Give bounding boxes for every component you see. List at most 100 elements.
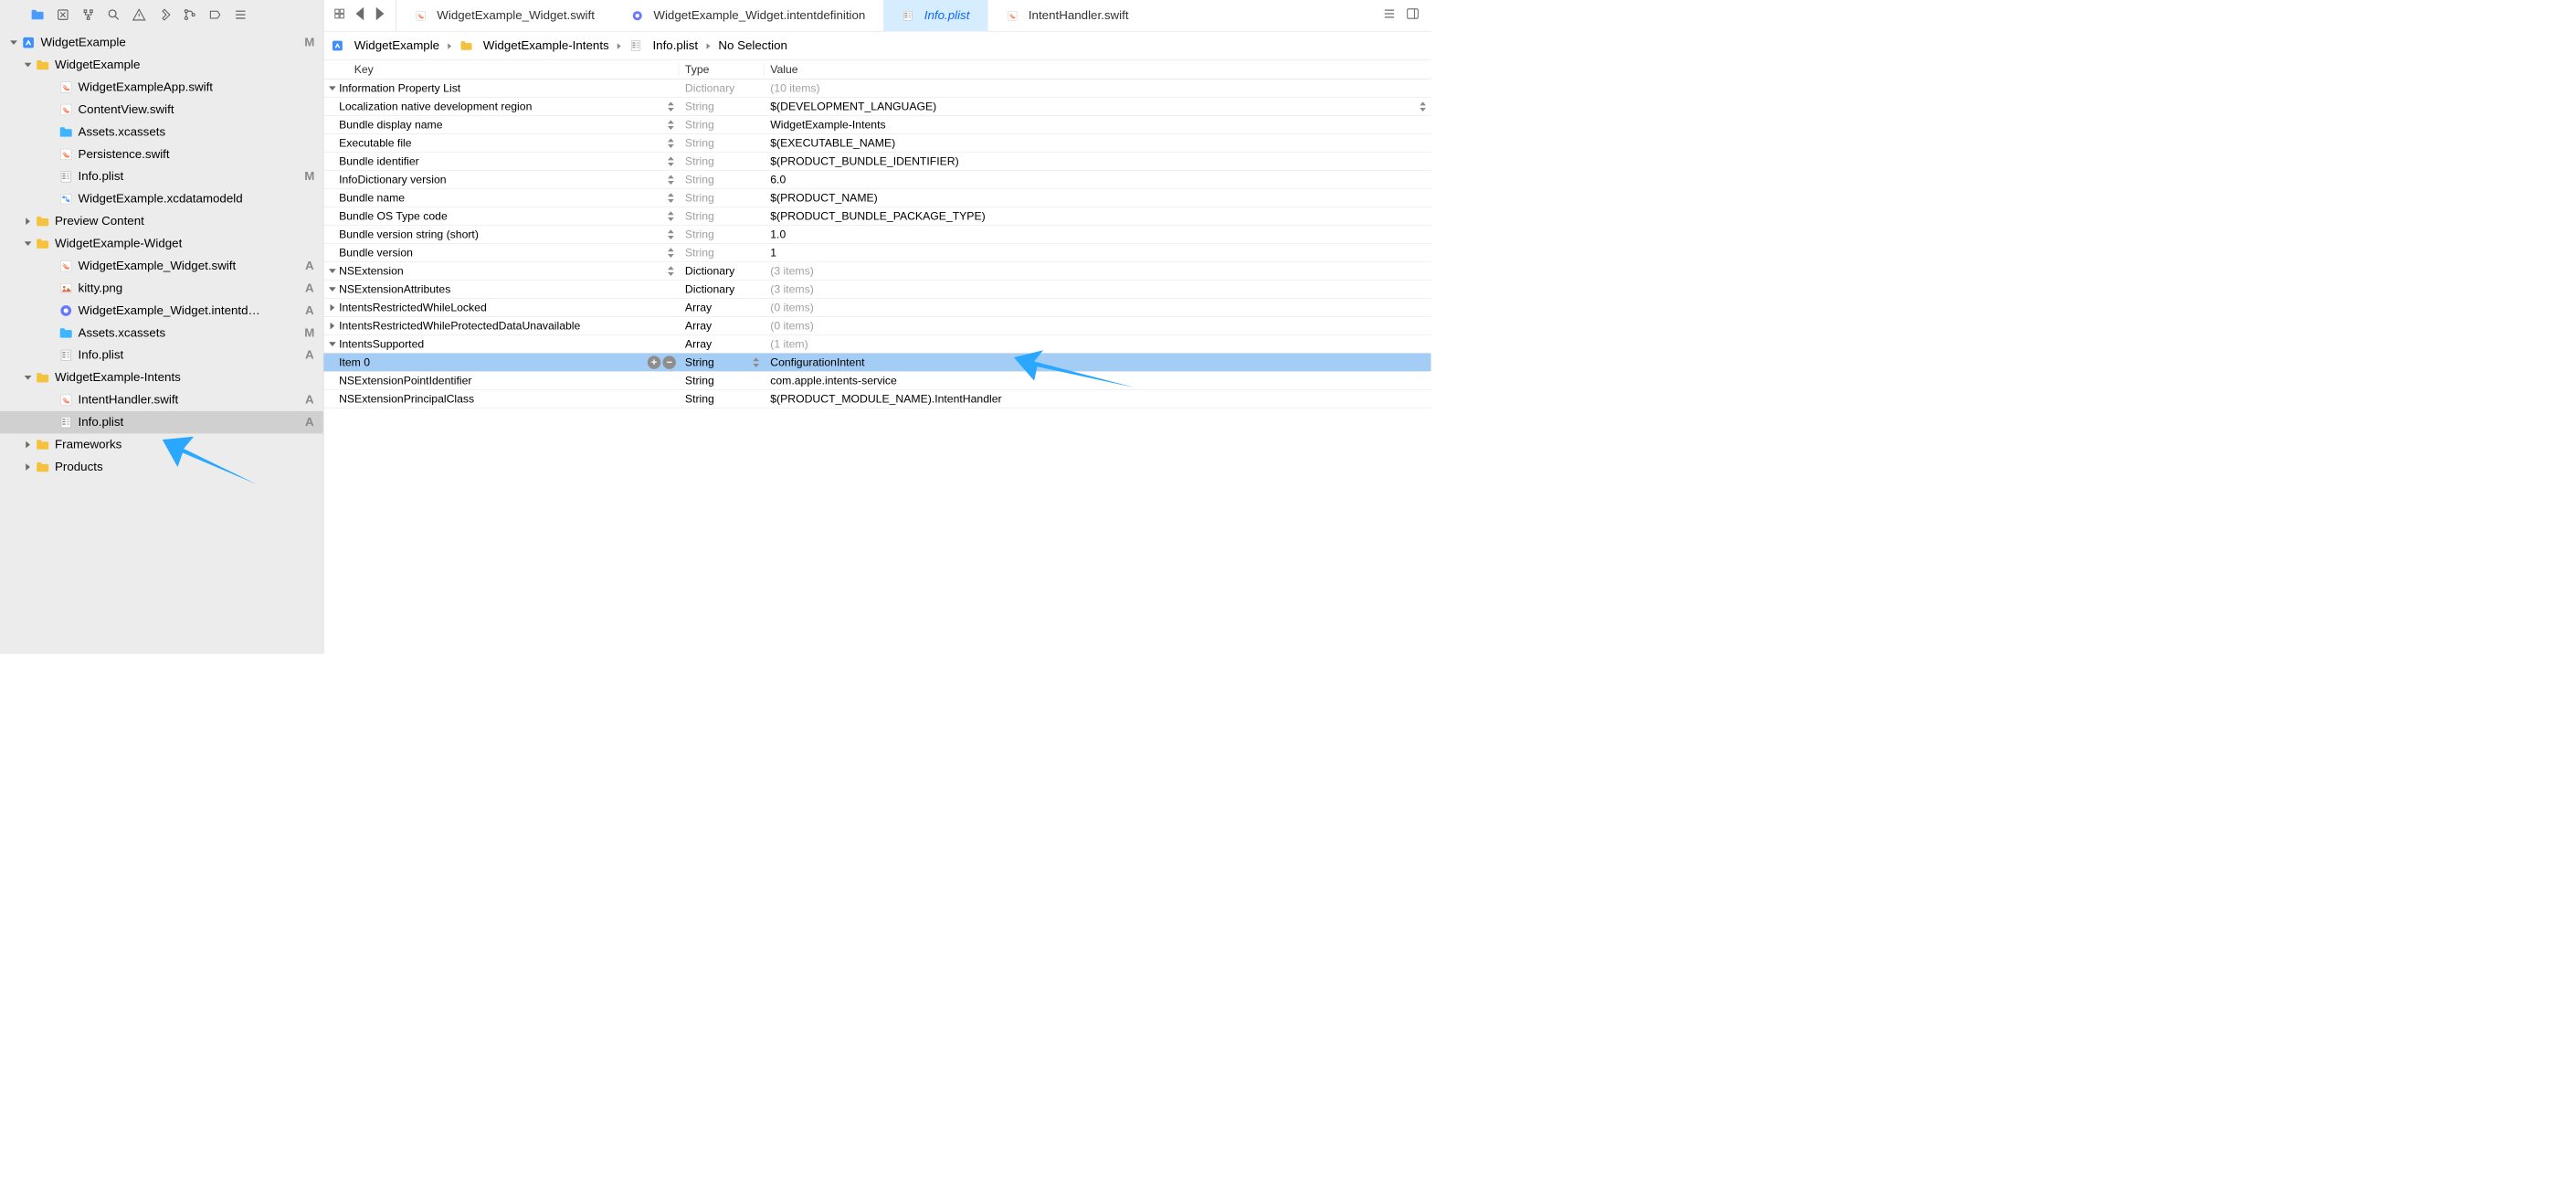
key-stepper-icon[interactable]: [666, 136, 676, 151]
key-stepper-icon[interactable]: [666, 154, 676, 169]
file-row[interactable]: WidgetExample_Widget.intentd…A: [0, 300, 323, 322]
key-stepper-icon[interactable]: [666, 173, 676, 187]
issue-navigator-icon[interactable]: [132, 7, 146, 22]
file-row[interactable]: Info.plistA: [0, 411, 323, 433]
file-row[interactable]: Info.plistM: [0, 165, 323, 187]
key-stepper-icon[interactable]: [666, 100, 676, 114]
plist-row[interactable]: NSExtensionPrincipalClassString$(PRODUCT…: [323, 390, 1431, 408]
plist-row[interactable]: NSExtensionPointIdentifierStringcom.appl…: [323, 372, 1431, 390]
key-stepper-icon[interactable]: [666, 246, 676, 260]
related-items-icon[interactable]: [333, 7, 345, 24]
plist-row[interactable]: Bundle identifierString$(PRODUCT_BUNDLE_…: [323, 153, 1431, 171]
tab[interactable]: IntentHandler.swift: [987, 0, 1146, 31]
breakpoint-navigator-icon[interactable]: [208, 7, 223, 22]
plist-row[interactable]: IntentsRestrictedWhileProtectedDataUnava…: [323, 317, 1431, 335]
file-row[interactable]: IntentHandler.swiftA: [0, 389, 323, 411]
plist-row[interactable]: Bundle versionString1: [323, 244, 1431, 262]
add-button[interactable]: +: [648, 355, 660, 368]
model-icon: [58, 192, 73, 207]
key-stepper-icon[interactable]: [666, 118, 676, 133]
file-row[interactable]: WidgetExample: [0, 54, 323, 76]
jump-bar-segment[interactable]: WidgetExample: [331, 38, 439, 53]
source-control-navigator-icon[interactable]: [56, 7, 70, 22]
file-label: Info.plist: [79, 415, 303, 429]
remove-button[interactable]: −: [662, 355, 675, 368]
disclosure-right-icon[interactable]: [328, 302, 337, 312]
plist-value: $(DEVELOPMENT_LANGUAGE): [770, 100, 936, 112]
file-row[interactable]: Info.plistA: [0, 345, 323, 366]
file-row[interactable]: kitty.pngA: [0, 277, 323, 299]
file-label: WidgetExample-Widget: [55, 237, 303, 251]
disclosure-right-icon[interactable]: [328, 321, 337, 330]
disclosure-down-icon[interactable]: [9, 38, 18, 48]
file-row[interactable]: WidgetExample-Intents: [0, 366, 323, 388]
tab[interactable]: WidgetExample_Widget.intentdefinition: [613, 0, 883, 31]
disclosure-down-icon[interactable]: [24, 239, 33, 249]
disclosure-right-icon[interactable]: [24, 462, 33, 472]
report-navigator-icon[interactable]: [234, 7, 248, 22]
file-row[interactable]: Assets.xcassetsM: [0, 322, 323, 344]
plist-row[interactable]: IntentsRestrictedWhileLockedArray(0 item…: [323, 299, 1431, 317]
plist-key: NSExtension: [339, 264, 404, 277]
editor-mode-icon[interactable]: [1382, 6, 1397, 24]
tab[interactable]: Info.plist: [883, 0, 987, 31]
file-row[interactable]: Preview Content: [0, 210, 323, 232]
forward-button-icon[interactable]: [374, 7, 386, 24]
plist-row[interactable]: Executable fileString$(EXECUTABLE_NAME): [323, 134, 1431, 153]
disclosure-down-icon[interactable]: [328, 83, 337, 92]
file-row[interactable]: WidgetExample.xcdatamodeld: [0, 188, 323, 210]
disclosure-down-icon[interactable]: [328, 284, 337, 293]
plist-row[interactable]: Bundle OS Type codeString$(PRODUCT_BUNDL…: [323, 207, 1431, 226]
key-stepper-icon[interactable]: [666, 209, 676, 224]
jump-bar-segment[interactable]: WidgetExample-Intents: [459, 38, 608, 53]
file-row[interactable]: WidgetExample_Widget.swiftA: [0, 255, 323, 277]
jump-bar-segment[interactable]: No Selection: [718, 38, 787, 53]
column-key[interactable]: Key: [323, 63, 679, 76]
plist-row[interactable]: NSExtensionAttributesDictionary(3 items): [323, 281, 1431, 299]
column-type[interactable]: Type: [679, 63, 764, 76]
file-row[interactable]: Frameworks: [0, 433, 323, 455]
disclosure-down-icon[interactable]: [24, 60, 33, 69]
file-row[interactable]: Products: [0, 456, 323, 478]
add-remove-buttons[interactable]: +−: [648, 355, 676, 368]
plist-row[interactable]: Localization native development regionSt…: [323, 98, 1431, 116]
disclosure-down-icon[interactable]: [328, 339, 337, 348]
file-row[interactable]: WidgetExampleM: [0, 31, 323, 53]
find-navigator-icon[interactable]: [107, 7, 121, 22]
key-stepper-icon[interactable]: [666, 228, 676, 242]
debug-navigator-icon[interactable]: [183, 7, 197, 22]
file-tree[interactable]: WidgetExampleMWidgetExampleWidgetExample…: [0, 31, 323, 653]
project-navigator-icon[interactable]: [30, 7, 45, 22]
symbol-navigator-icon[interactable]: [81, 7, 96, 22]
key-stepper-icon[interactable]: [666, 264, 676, 279]
key-stepper-icon[interactable]: [666, 191, 676, 206]
file-row[interactable]: Assets.xcassets: [0, 121, 323, 143]
plist-row[interactable]: Information Property ListDictionary(10 i…: [323, 80, 1431, 98]
plist-row[interactable]: Bundle version string (short)String1.0: [323, 226, 1431, 244]
column-value[interactable]: Value: [765, 63, 1431, 76]
plist-row[interactable]: NSExtensionDictionary(3 items): [323, 262, 1431, 281]
file-row[interactable]: WidgetExampleApp.swift: [0, 76, 323, 98]
jump-bar-segment[interactable]: Info.plist: [629, 38, 698, 53]
test-navigator-icon[interactable]: [157, 7, 172, 22]
value-stepper-icon[interactable]: [1418, 100, 1428, 114]
disclosure-right-icon[interactable]: [24, 440, 33, 450]
plist-row[interactable]: Item 0+−StringConfigurationIntent: [323, 354, 1431, 372]
plist-key: InfoDictionary version: [339, 173, 447, 186]
back-button-icon[interactable]: [354, 7, 366, 24]
plist-row[interactable]: Bundle nameString$(PRODUCT_NAME): [323, 189, 1431, 207]
file-row[interactable]: Persistence.swift: [0, 143, 323, 165]
file-row[interactable]: ContentView.swift: [0, 99, 323, 121]
inspector-toggle-icon[interactable]: [1406, 6, 1420, 24]
jump-bar[interactable]: WidgetExample WidgetExample-Intents Info.p…: [323, 31, 1431, 59]
plist-value: $(EXECUTABLE_NAME): [770, 136, 895, 149]
disclosure-down-icon[interactable]: [24, 373, 33, 382]
type-stepper-icon[interactable]: [751, 355, 761, 370]
disclosure-down-icon[interactable]: [328, 266, 337, 275]
plist-row[interactable]: IntentsSupportedArray(1 item): [323, 335, 1431, 354]
file-row[interactable]: WidgetExample-Widget: [0, 232, 323, 254]
tab[interactable]: WidgetExample_Widget.swift: [396, 0, 613, 31]
plist-row[interactable]: InfoDictionary versionString6.0: [323, 171, 1431, 189]
disclosure-right-icon[interactable]: [24, 217, 33, 226]
plist-row[interactable]: Bundle display nameStringWidgetExample-I…: [323, 116, 1431, 134]
